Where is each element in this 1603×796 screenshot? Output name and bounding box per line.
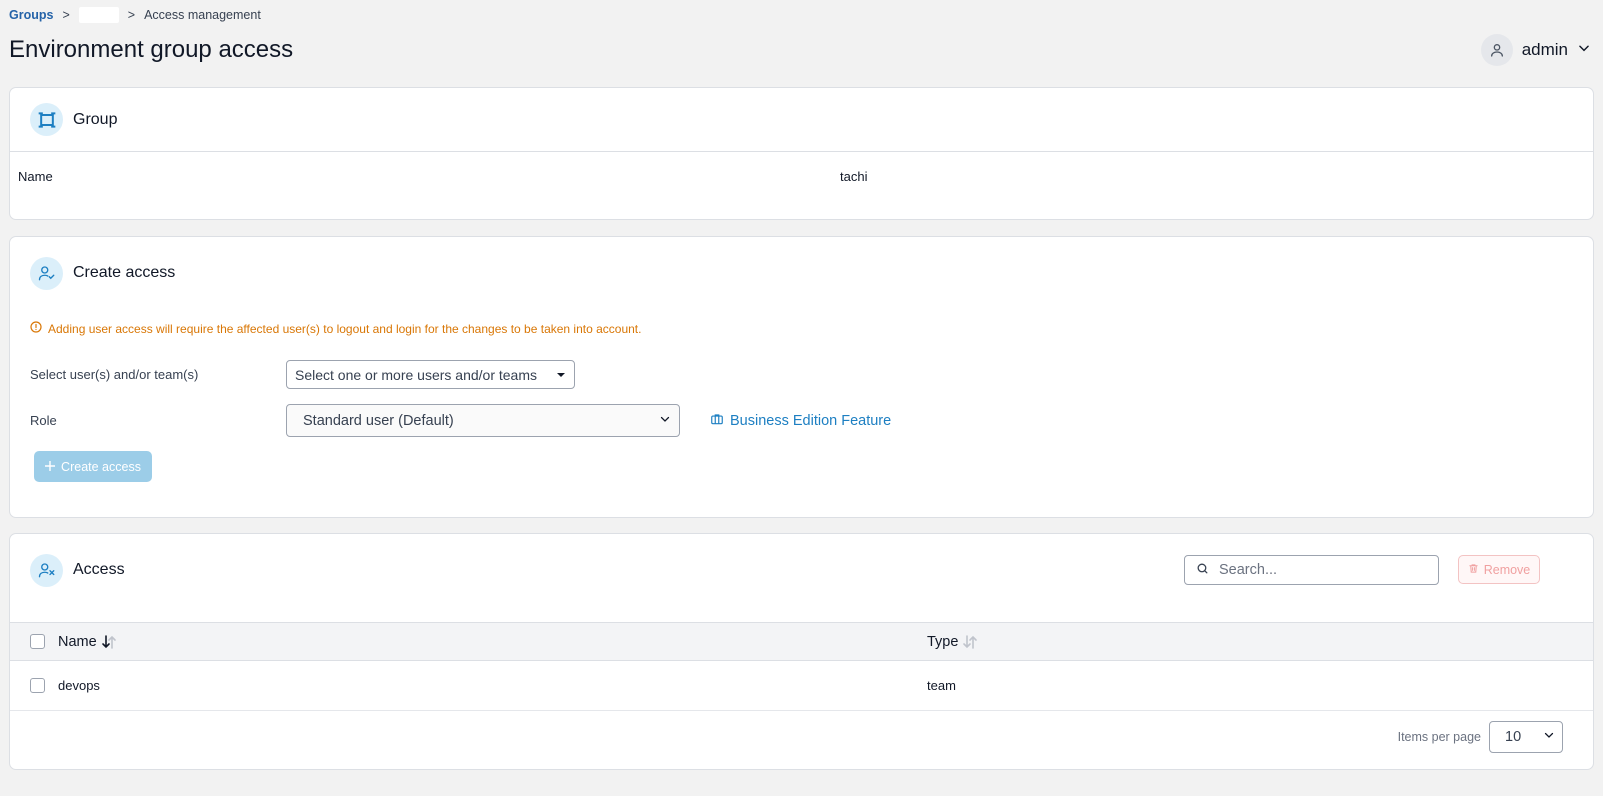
breadcrumb: Groups > > Access management: [9, 7, 261, 23]
role-select[interactable]: Standard user (Default): [286, 404, 680, 437]
role-value: Standard user (Default): [303, 412, 454, 429]
access-card-title: Access: [73, 561, 125, 578]
items-per-page-select[interactable]: 10: [1489, 721, 1563, 753]
column-header-name[interactable]: Name: [58, 634, 117, 650]
user-avatar-icon: [1480, 34, 1513, 66]
chevron-down-icon: [1543, 729, 1555, 745]
breadcrumb-groups-link[interactable]: Groups: [9, 8, 53, 22]
search-icon: [1196, 562, 1209, 579]
search-placeholder: Search...: [1219, 562, 1278, 578]
users-teams-placeholder: Select one or more users and/or teams: [295, 366, 538, 383]
users-form-row: Select user(s) and/or team(s) Select one…: [30, 360, 575, 389]
business-edition-link[interactable]: Business Edition Feature: [710, 412, 891, 430]
warning-icon: [30, 321, 42, 336]
users-teams-select[interactable]: Select one or more users and/or teams: [286, 360, 575, 389]
search-input[interactable]: Search...: [1184, 555, 1439, 585]
items-per-page-value: 10: [1505, 729, 1522, 745]
users-label: Select user(s) and/or team(s): [30, 367, 199, 382]
select-all-checkbox[interactable]: [30, 634, 45, 649]
user-name: admin: [1521, 40, 1568, 59]
group-name-row: Name tachi: [10, 152, 1593, 201]
create-access-button-label: Create access: [61, 459, 141, 474]
column-name-label: Name: [58, 633, 97, 650]
breadcrumb-separator: >: [62, 8, 70, 22]
group-name-value: tachi: [840, 169, 868, 184]
chevron-down-icon: [659, 413, 671, 429]
chevron-down-icon: [1577, 41, 1591, 60]
user-menu[interactable]: admin: [1480, 34, 1591, 66]
remove-button[interactable]: Remove: [1458, 555, 1540, 584]
user-remove-icon: [30, 553, 63, 587]
group-name-label: Name: [18, 169, 53, 184]
caret-down-icon: [556, 367, 566, 383]
trash-icon: [1468, 563, 1479, 577]
access-card: Access Search... Remove Name Type devops…: [9, 533, 1594, 770]
sort-icon: [962, 634, 978, 649]
sort-descending-icon: [101, 634, 117, 649]
group-card-title: Group: [73, 110, 118, 128]
plus-icon: [45, 460, 56, 474]
create-access-title: Create access: [73, 264, 176, 281]
create-access-button[interactable]: Create access: [34, 451, 152, 482]
remove-button-label: Remove: [1483, 562, 1531, 577]
group-icon: [30, 103, 63, 136]
business-edition-label: Business Edition Feature: [730, 412, 892, 429]
breadcrumb-current: Access management: [144, 8, 261, 22]
row-checkbox[interactable]: [30, 678, 45, 693]
group-card-header: Group: [10, 88, 1593, 152]
table-row: devops team: [10, 661, 1593, 711]
row-type: team: [927, 678, 956, 693]
warning-message: Adding user access will require the affe…: [30, 321, 1593, 336]
page-title: Environment group access: [9, 36, 294, 63]
create-access-header: Create access: [10, 237, 1593, 309]
briefcase-icon: [710, 412, 724, 430]
breadcrumb-separator: >: [127, 8, 136, 22]
warning-text: Adding user access will require the affe…: [48, 321, 642, 336]
breadcrumb-redacted-group[interactable]: [78, 7, 119, 23]
user-check-icon: [30, 256, 63, 290]
items-per-page-label: Items per page: [1397, 730, 1481, 744]
role-label: Role: [30, 413, 57, 428]
column-header-type[interactable]: Type: [927, 634, 978, 650]
column-type-label: Type: [927, 633, 959, 650]
role-form-row: Role Standard user (Default) Business Ed…: [30, 404, 891, 437]
group-card: Group Name tachi: [9, 87, 1594, 220]
row-name: devops: [58, 678, 100, 693]
create-access-card: Create access Adding user access will re…: [9, 236, 1594, 518]
pagination: Items per page 10: [1398, 721, 1563, 753]
table-header: Name Type: [10, 622, 1593, 661]
